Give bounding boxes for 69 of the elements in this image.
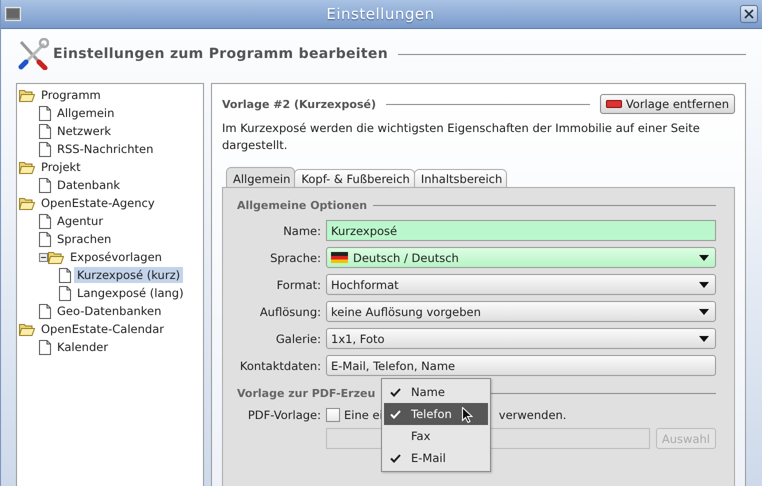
dropdown[interactable]: keine Auflösung vorgeben — [326, 301, 716, 322]
checkbox[interactable] — [326, 408, 340, 422]
dropdown-arrow-icon — [699, 308, 709, 314]
dropdown[interactable]: E-Mail, Telefon, Name — [326, 355, 716, 376]
field-label: Auflösung: — [258, 304, 321, 318]
page-icon — [39, 106, 51, 120]
page-icon — [59, 286, 71, 300]
tree-item[interactable]: Geo-Datenbanken — [54, 303, 164, 319]
remove-template-button[interactable]: Vorlage entfernen — [600, 94, 735, 114]
page-icon — [39, 232, 51, 246]
dropdown-arrow-icon — [699, 282, 709, 288]
section-title: Vorlage zur PDF-Erzeu — [237, 386, 376, 400]
tree-item[interactable]: Sprachen — [54, 231, 114, 247]
dropdown[interactable]: Deutsch / Deutsch — [326, 247, 716, 268]
text-field[interactable]: Kurzexposé — [326, 220, 716, 241]
tools-icon — [17, 38, 49, 70]
field-label: Sprache: — [269, 250, 321, 264]
tab[interactable]: Kopf- & Fußbereich — [294, 169, 415, 187]
tab[interactable]: Inhaltsbereich — [414, 169, 508, 187]
close-button[interactable] — [740, 5, 758, 23]
tab[interactable]: Allgemein — [226, 167, 296, 187]
dropdown[interactable]: Hochformat — [326, 274, 716, 295]
tree-item[interactable]: Kurzexposé (kurz) — [74, 267, 184, 283]
check-icon — [390, 454, 401, 462]
tree-item[interactable]: Agentur — [54, 213, 106, 229]
tree-item[interactable]: Netzwerk — [54, 123, 114, 139]
page-heading: Einstellungen zum Programm bearbeiten — [53, 46, 388, 62]
page-icon — [39, 178, 51, 192]
collapse-icon[interactable] — [39, 252, 48, 262]
cursor-icon — [462, 407, 473, 423]
menu-item[interactable]: E-Mail — [384, 447, 488, 469]
tree-item[interactable]: Kalender — [54, 339, 112, 355]
menu-item[interactable]: Fax — [384, 425, 488, 447]
check-icon — [390, 410, 401, 418]
dropdown[interactable]: 1x1, Foto — [326, 328, 716, 349]
section-title: Allgemeine Optionen — [237, 198, 368, 212]
tree-item[interactable]: OpenEstate-Calendar — [38, 321, 167, 337]
field-label: Name: — [282, 224, 321, 238]
flag-icon — [331, 252, 348, 263]
field-label: PDF-Vorlage: — [246, 408, 321, 422]
check-icon — [390, 388, 401, 396]
menu-item[interactable]: Name — [384, 381, 488, 403]
window-icon — [5, 7, 21, 21]
field-label: Kontaktdaten: — [238, 358, 321, 372]
dropdown-arrow-icon — [699, 254, 709, 260]
tree-item[interactable]: RSS-Nachrichten — [54, 141, 156, 157]
page-icon — [39, 124, 51, 138]
close-icon — [744, 9, 754, 19]
tree-item[interactable]: OpenEstate-Agency — [38, 195, 158, 211]
page-icon — [59, 268, 71, 282]
menu-item[interactable]: Telefon — [384, 403, 488, 425]
page-icon — [39, 142, 51, 156]
description: Im Kurzexposé werden die wichtigsten Eigenschaften der Immobilie auf einer Seite dargestellt. — [222, 120, 701, 154]
tree-item[interactable]: Projekt — [38, 159, 84, 175]
tree-item[interactable]: Programm — [38, 87, 104, 103]
field-label: Format: — [276, 278, 321, 292]
tree-item[interactable]: Allgemein — [54, 105, 118, 121]
tree-item[interactable]: Exposévorlagen — [67, 249, 165, 265]
window-title: Einstellungen — [325, 5, 436, 23]
dropdown-arrow-icon — [699, 336, 709, 342]
remove-icon — [606, 100, 622, 108]
section-title: Vorlage #2 (Kurzexposé) — [222, 98, 376, 110]
tree-item[interactable]: Langexposé (lang) — [74, 285, 187, 301]
field-label: Galerie: — [274, 332, 321, 346]
tree-item[interactable]: Datenbank — [54, 177, 124, 193]
page-icon — [39, 214, 51, 228]
page-icon — [39, 340, 51, 354]
page-icon — [39, 304, 51, 318]
checkbox-label: verwenden. — [498, 408, 566, 422]
